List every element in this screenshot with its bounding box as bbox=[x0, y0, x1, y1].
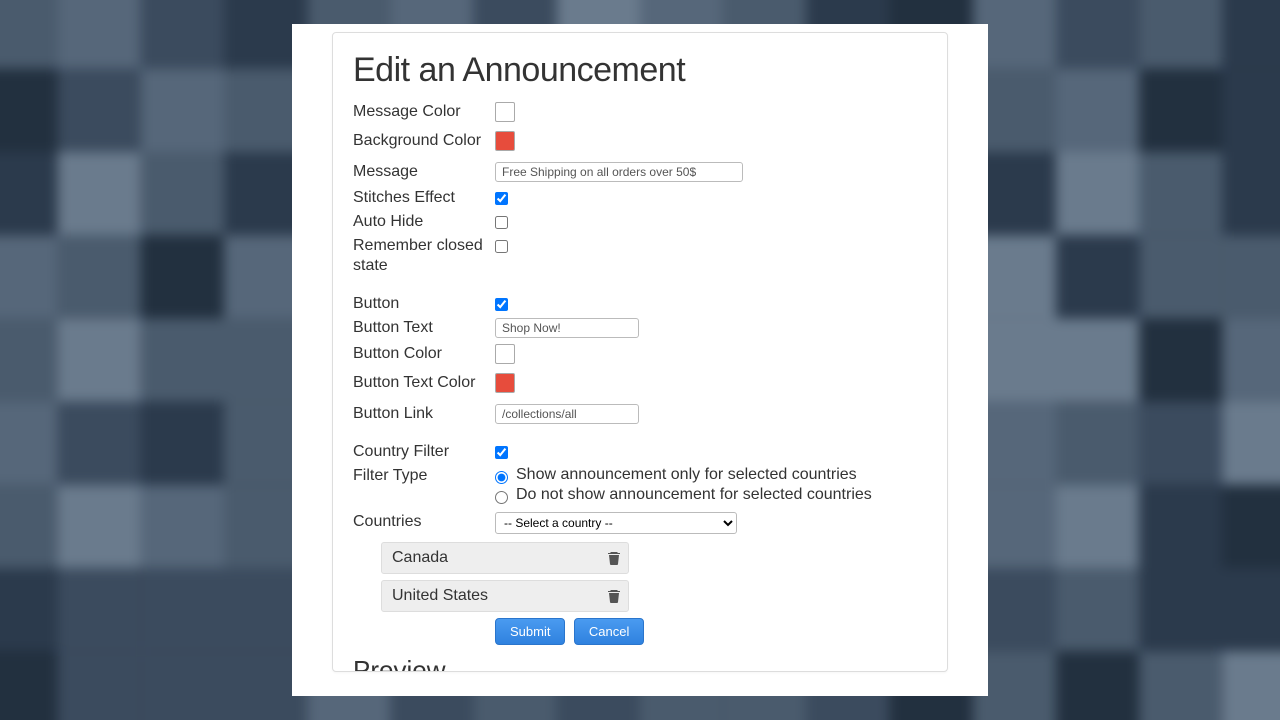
button-text-color-swatch[interactable] bbox=[495, 373, 515, 393]
label-button-color: Button Color bbox=[353, 342, 495, 364]
preview-heading: Preview bbox=[353, 655, 927, 672]
label-stitches-effect: Stitches Effect bbox=[353, 186, 495, 208]
message-input[interactable] bbox=[495, 162, 743, 182]
country-chip-label: Canada bbox=[392, 549, 448, 567]
country-filter-checkbox[interactable] bbox=[495, 446, 508, 459]
button-enabled-checkbox[interactable] bbox=[495, 298, 508, 311]
label-button: Button bbox=[353, 292, 495, 314]
background-color-swatch[interactable] bbox=[495, 131, 515, 151]
label-button-text: Button Text bbox=[353, 316, 495, 338]
trash-icon[interactable] bbox=[608, 589, 620, 603]
label-button-link: Button Link bbox=[353, 402, 495, 424]
filter-type-hide-label: Do not show announcement for selected co… bbox=[516, 486, 872, 504]
label-filter-type: Filter Type bbox=[353, 464, 495, 486]
country-chip: Canada bbox=[381, 542, 629, 574]
label-auto-hide: Auto Hide bbox=[353, 210, 495, 232]
content-page: Edit an Announcement Message Color Backg… bbox=[292, 24, 988, 696]
stitches-effect-checkbox[interactable] bbox=[495, 192, 508, 205]
filter-type-hide-radio[interactable] bbox=[495, 491, 508, 504]
label-button-text-color: Button Text Color bbox=[353, 371, 495, 393]
label-remember-closed: Remember closed state bbox=[353, 234, 495, 276]
filter-type-show-label: Show announcement only for selected coun… bbox=[516, 466, 857, 484]
country-chip-label: United States bbox=[392, 587, 488, 605]
label-message-color: Message Color bbox=[353, 100, 495, 122]
label-background-color: Background Color bbox=[353, 129, 495, 151]
label-message: Message bbox=[353, 160, 495, 182]
remember-closed-checkbox[interactable] bbox=[495, 240, 508, 253]
button-color-swatch[interactable] bbox=[495, 344, 515, 364]
country-chip: United States bbox=[381, 580, 629, 612]
button-text-input[interactable] bbox=[495, 318, 639, 338]
button-link-input[interactable] bbox=[495, 404, 639, 424]
label-country-filter: Country Filter bbox=[353, 440, 495, 462]
edit-announcement-card: Edit an Announcement Message Color Backg… bbox=[332, 32, 948, 672]
country-select[interactable]: -- Select a country -- bbox=[495, 512, 737, 534]
filter-type-show-radio[interactable] bbox=[495, 471, 508, 484]
page-title: Edit an Announcement bbox=[353, 51, 927, 90]
auto-hide-checkbox[interactable] bbox=[495, 216, 508, 229]
message-color-swatch[interactable] bbox=[495, 102, 515, 122]
label-countries: Countries bbox=[353, 510, 495, 532]
submit-button[interactable]: Submit bbox=[495, 618, 565, 645]
trash-icon[interactable] bbox=[608, 551, 620, 565]
cancel-button[interactable]: Cancel bbox=[574, 618, 644, 645]
selected-countries-list: Canada United States bbox=[381, 542, 927, 612]
